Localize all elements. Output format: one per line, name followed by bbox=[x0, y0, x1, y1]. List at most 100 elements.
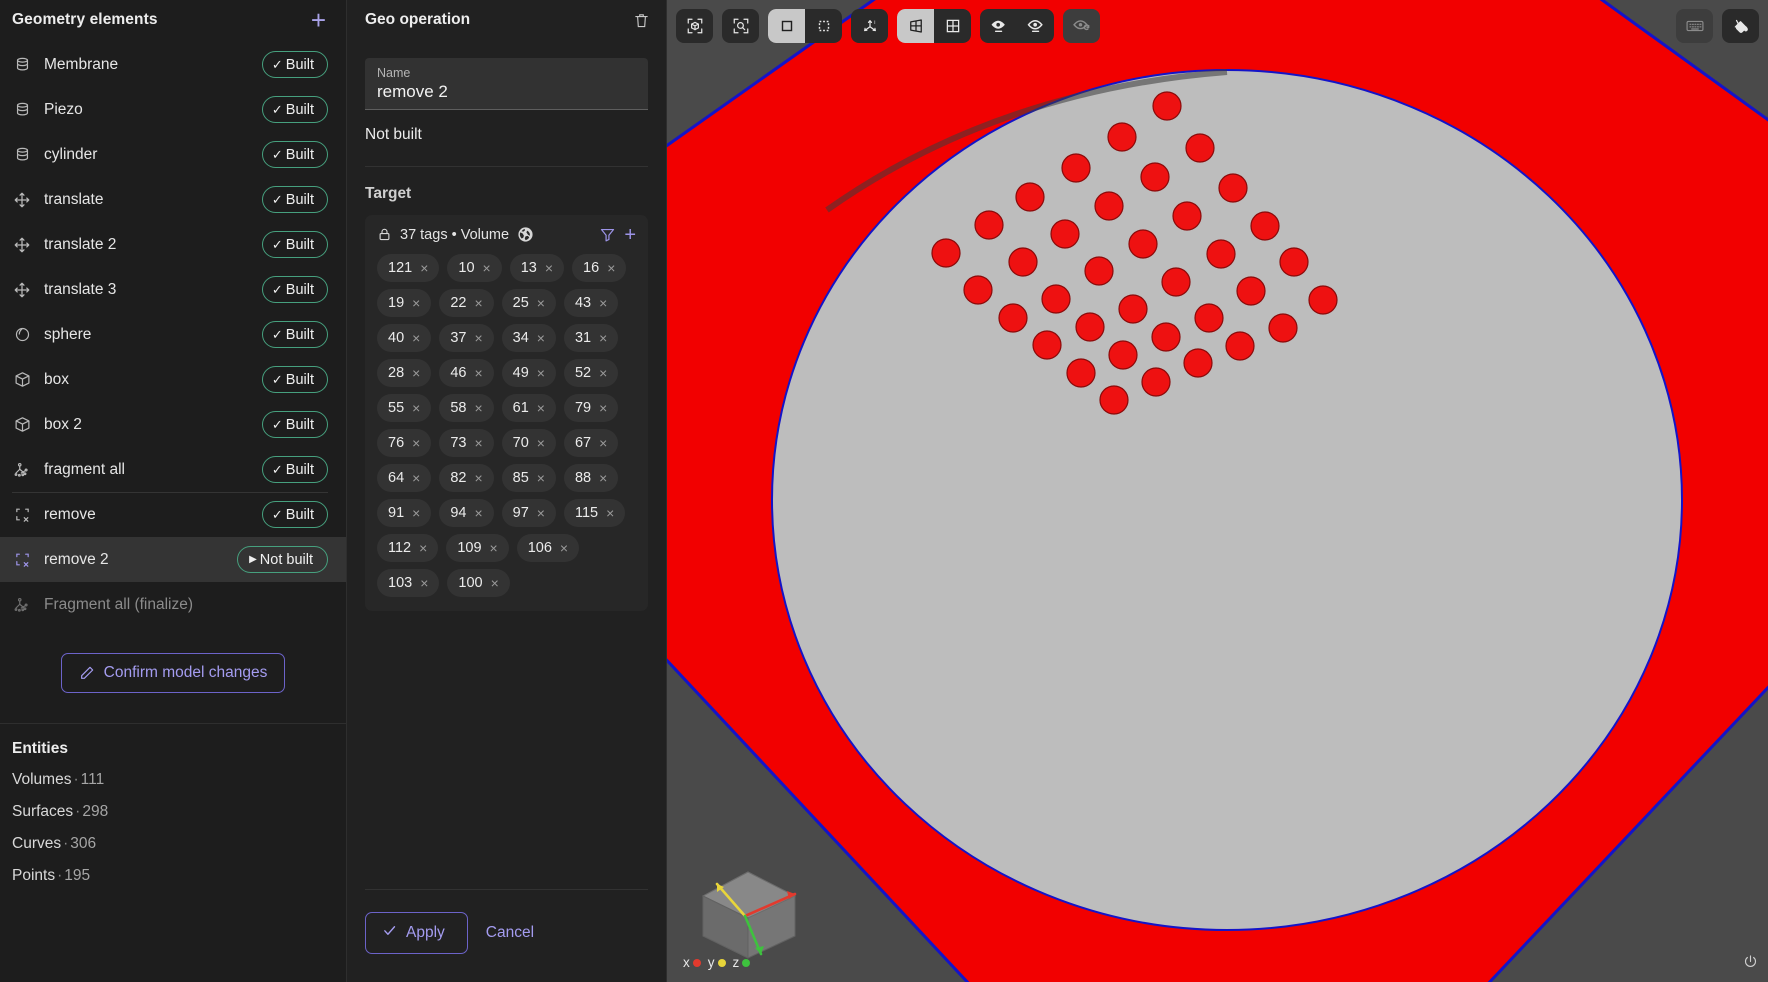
list-item-cylinder[interactable]: cylinder ✓ Built bbox=[0, 132, 346, 177]
remove-tag-icon[interactable]: × bbox=[537, 401, 545, 415]
list-item-remove[interactable]: remove ✓ Built bbox=[0, 492, 346, 537]
remove-tag-icon[interactable]: × bbox=[412, 471, 420, 485]
select-solid-icon[interactable] bbox=[768, 9, 805, 43]
add-element-icon[interactable]: + bbox=[309, 7, 328, 33]
status-badge[interactable]: ▶ Not built bbox=[237, 546, 328, 573]
cancel-button[interactable]: Cancel bbox=[486, 924, 534, 942]
remove-tag-icon[interactable]: × bbox=[420, 261, 428, 275]
tag-chip[interactable]: 61 × bbox=[501, 394, 556, 422]
remove-tag-icon[interactable]: × bbox=[537, 506, 545, 520]
hide-entities-icon[interactable] bbox=[1017, 9, 1054, 43]
tag-chip[interactable]: 40 × bbox=[377, 324, 432, 352]
tag-chip[interactable]: 37 × bbox=[439, 324, 494, 352]
tag-chip[interactable]: 112 × bbox=[377, 534, 439, 562]
tag-chip[interactable]: 103 × bbox=[377, 569, 440, 597]
remove-tag-icon[interactable]: × bbox=[606, 506, 614, 520]
tag-chip[interactable]: 88 × bbox=[563, 464, 619, 492]
list-item-box[interactable]: box ✓ Built bbox=[0, 357, 346, 402]
status-badge[interactable]: ✓ Built bbox=[261, 411, 328, 438]
trash-icon[interactable] bbox=[633, 12, 650, 29]
list-item-membrane[interactable]: Membrane ✓ Built bbox=[0, 42, 346, 87]
keyboard-shortcuts-icon[interactable] bbox=[1676, 9, 1713, 43]
remove-tag-icon[interactable]: × bbox=[412, 506, 420, 520]
list-item-remove-2[interactable]: remove 2 ▶ Not built bbox=[0, 537, 346, 582]
remove-tag-icon[interactable]: × bbox=[537, 331, 545, 345]
tag-chip[interactable]: 109 × bbox=[446, 534, 509, 562]
tag-chip[interactable]: 85 × bbox=[501, 464, 556, 492]
zoom-to-selection-icon[interactable] bbox=[722, 9, 759, 43]
name-input[interactable]: remove 2 bbox=[377, 82, 636, 102]
list-item-translate-3[interactable]: translate 3 ✓ Built bbox=[0, 267, 346, 312]
show-entities-icon[interactable] bbox=[980, 9, 1017, 43]
remove-tag-icon[interactable]: × bbox=[537, 296, 545, 310]
status-badge[interactable]: ✓ Built bbox=[261, 96, 328, 123]
filter-icon[interactable] bbox=[599, 226, 616, 243]
status-badge[interactable]: ✓ Built bbox=[261, 141, 328, 168]
remove-tag-icon[interactable]: × bbox=[599, 436, 607, 450]
remove-tag-icon[interactable]: × bbox=[474, 471, 482, 485]
tag-chip[interactable]: 25 × bbox=[501, 289, 556, 317]
tag-chip[interactable]: 52 × bbox=[563, 359, 619, 387]
tag-chip[interactable]: 121 × bbox=[377, 254, 440, 282]
remove-tag-icon[interactable]: × bbox=[419, 541, 427, 555]
fit-to-object-icon[interactable] bbox=[676, 9, 713, 43]
tag-chip[interactable]: 82 × bbox=[439, 464, 494, 492]
list-item-translate[interactable]: translate ✓ Built bbox=[0, 177, 346, 222]
status-badge[interactable]: ✓ Built bbox=[261, 321, 328, 348]
tag-chip[interactable]: 67 × bbox=[563, 429, 619, 457]
select-box-icon[interactable] bbox=[805, 9, 842, 43]
remove-tag-icon[interactable]: × bbox=[607, 261, 615, 275]
remove-tag-icon[interactable]: × bbox=[599, 331, 607, 345]
status-badge[interactable]: ✓ Built bbox=[261, 366, 328, 393]
list-item-translate-2[interactable]: translate 2 ✓ Built bbox=[0, 222, 346, 267]
tag-chip[interactable]: 64 × bbox=[377, 464, 432, 492]
axis-gizmo[interactable]: x y z bbox=[683, 854, 813, 974]
tag-chip[interactable]: 55 × bbox=[377, 394, 432, 422]
remove-tag-icon[interactable]: × bbox=[412, 296, 420, 310]
list-item-box-2[interactable]: box 2 ✓ Built bbox=[0, 402, 346, 447]
status-badge[interactable]: ✓ Built bbox=[261, 501, 328, 528]
tag-chip[interactable]: 10 × bbox=[447, 254, 502, 282]
remove-tag-icon[interactable]: × bbox=[537, 436, 545, 450]
apply-button[interactable]: Apply bbox=[365, 912, 468, 954]
globe-icon[interactable] bbox=[517, 226, 534, 243]
tag-chip[interactable]: 115 × bbox=[563, 499, 626, 527]
remove-tag-icon[interactable]: × bbox=[560, 541, 568, 555]
status-badge[interactable]: ✓ Built bbox=[261, 231, 328, 258]
perspective-view-icon[interactable] bbox=[897, 9, 934, 43]
name-field[interactable]: Name remove 2 bbox=[365, 58, 648, 110]
tag-chip[interactable]: 49 × bbox=[501, 359, 556, 387]
3d-viewport[interactable]: i x y z bbox=[667, 0, 1768, 982]
remove-tag-icon[interactable]: × bbox=[490, 541, 498, 555]
tag-chip[interactable]: 28 × bbox=[377, 359, 432, 387]
remove-tag-icon[interactable]: × bbox=[412, 331, 420, 345]
tag-chip[interactable]: 58 × bbox=[439, 394, 494, 422]
tag-chip[interactable]: 106 × bbox=[516, 534, 580, 562]
remove-tag-icon[interactable]: × bbox=[545, 261, 553, 275]
list-item-sphere[interactable]: sphere ✓ Built bbox=[0, 312, 346, 357]
grid-view-icon[interactable] bbox=[934, 9, 971, 43]
remove-tag-icon[interactable]: × bbox=[599, 401, 607, 415]
remove-tag-icon[interactable]: × bbox=[483, 261, 491, 275]
confirm-model-changes-button[interactable]: Confirm model changes bbox=[60, 653, 286, 693]
tag-chip[interactable]: 91 × bbox=[377, 499, 432, 527]
tag-chip[interactable]: 73 × bbox=[439, 429, 494, 457]
axes-info-icon[interactable]: i bbox=[851, 9, 888, 43]
status-badge[interactable]: ✓ Built bbox=[261, 276, 328, 303]
power-icon[interactable] bbox=[1743, 954, 1758, 974]
tag-chip[interactable]: 43 × bbox=[563, 289, 619, 317]
tag-chip[interactable]: 31 × bbox=[563, 324, 619, 352]
list-item-piezo[interactable]: Piezo ✓ Built bbox=[0, 87, 346, 132]
list-item-fragment-all-finalize[interactable]: Fragment all (finalize) bbox=[0, 582, 346, 627]
color-fill-icon[interactable] bbox=[1722, 9, 1759, 43]
tag-chip[interactable]: 100 × bbox=[447, 569, 510, 597]
tag-chip[interactable]: 46 × bbox=[439, 359, 494, 387]
tag-chip[interactable]: 22 × bbox=[439, 289, 494, 317]
remove-tag-icon[interactable]: × bbox=[420, 576, 428, 590]
remove-tag-icon[interactable]: × bbox=[412, 401, 420, 415]
remove-tag-icon[interactable]: × bbox=[537, 471, 545, 485]
remove-tag-icon[interactable]: × bbox=[599, 471, 607, 485]
tag-chip[interactable]: 79 × bbox=[563, 394, 619, 422]
tag-chip[interactable]: 70 × bbox=[501, 429, 556, 457]
tag-chip[interactable]: 16 × bbox=[572, 254, 627, 282]
